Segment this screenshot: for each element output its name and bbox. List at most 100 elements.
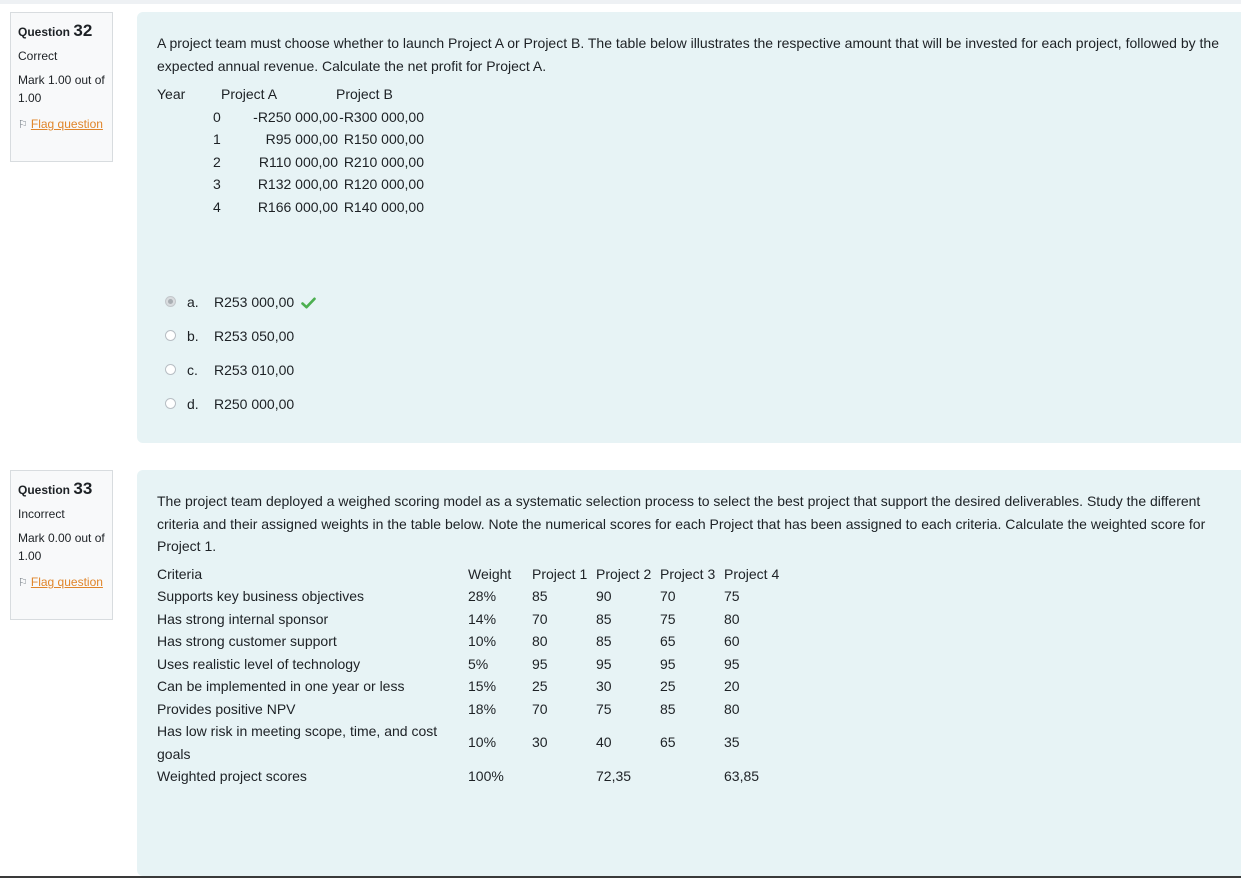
question-content-32: A project team must choose whether to la…	[137, 12, 1241, 443]
project-table: Year Project A Project B 0 -R250 000,00 …	[157, 83, 1241, 218]
table-cell: 2	[213, 153, 221, 170]
table-cell: 70	[660, 588, 676, 604]
answer-option-c[interactable]: c. R253 010,00	[157, 353, 557, 387]
table-total-row: Weighted project scores 100% 72,35 63,85	[157, 765, 1241, 788]
answer-text: R253 010,00	[214, 362, 295, 378]
table-cell: Uses realistic level of technology	[157, 655, 361, 672]
answer-text: R253 050,00	[214, 328, 295, 344]
table-cell: Has strong customer support	[157, 633, 337, 649]
table-cell: R140 000,00	[343, 198, 424, 215]
table-cell: Has low risk in meeting scope, time, and…	[157, 723, 438, 762]
table-cell: 100%	[468, 768, 504, 784]
table-cell: 14%	[468, 610, 497, 627]
table-cell: Can be implemented in one year or less	[157, 678, 405, 694]
table-row: 3 R132 000,00 R120 000,00	[157, 173, 1241, 196]
top-bar	[0, 0, 1241, 4]
table-cell: 30	[532, 734, 548, 750]
table-header: Criteria	[157, 565, 203, 582]
table-cell: -R300 000,00	[339, 108, 424, 125]
question-info-32: Question 32 Correct Mark 1.00 out of 1.0…	[10, 12, 113, 162]
radio-button[interactable]	[165, 330, 176, 341]
table-row: Uses realistic level of technology 5% 95…	[157, 653, 1241, 676]
table-cell: Has strong internal sponsor	[157, 610, 329, 627]
table-cell: 72,35	[596, 768, 632, 784]
table-row: Has low risk in meeting scope, time, and…	[157, 720, 1241, 765]
question-state: Incorrect	[18, 507, 65, 521]
correct-check-icon	[301, 297, 316, 309]
question-grade: Mark 0.00 out of 1.00	[18, 531, 105, 563]
table-cell: 10%	[468, 633, 497, 649]
radio-button[interactable]	[165, 364, 176, 375]
answer-option-d[interactable]: d. R250 000,00	[157, 387, 557, 421]
table-cell: -R250 000,00	[253, 108, 338, 125]
radio-button-selected[interactable]	[165, 296, 176, 307]
question-text: The project team deployed a weighed scor…	[157, 493, 1206, 554]
table-cell: 15%	[468, 678, 497, 694]
table-cell: 85	[596, 633, 612, 649]
table-header-row: Criteria Weight Project 1 Project 2 Proj…	[157, 563, 1241, 586]
table-header: Project 3	[660, 565, 716, 582]
table-cell: 95	[660, 655, 676, 672]
table-cell: Provides positive NPV	[157, 700, 296, 717]
answer-text: R250 000,00	[214, 396, 295, 412]
answer-letter: b.	[187, 328, 199, 344]
answer-option-a[interactable]: a. R253 000,00	[157, 285, 557, 319]
table-cell: R120 000,00	[343, 176, 424, 192]
table-cell: Supports key business objectives	[157, 588, 364, 604]
table-row: Provides positive NPV 18% 70 75 85 80	[157, 698, 1241, 721]
table-cell: 25	[660, 678, 676, 694]
question-number: Question 32	[18, 21, 93, 40]
question-text: A project team must choose whether to la…	[157, 35, 1219, 74]
flag-question-link[interactable]: ⚐ Flag question	[18, 115, 112, 134]
table-cell: 18%	[468, 700, 497, 717]
table-header: Weight	[468, 565, 512, 582]
table-cell: 80	[724, 700, 740, 717]
table-header: Project B	[336, 86, 393, 102]
table-cell: 0	[213, 108, 221, 125]
table-row: 4 R166 000,00 R140 000,00	[157, 196, 1241, 219]
answer-letter: d.	[187, 396, 199, 412]
table-cell: 10%	[468, 734, 497, 750]
table-cell: R132 000,00	[257, 176, 338, 192]
question-grade: Mark 1.00 out of 1.00	[18, 73, 105, 105]
table-cell: 65	[660, 633, 676, 649]
table-cell: 65	[660, 734, 676, 750]
table-row: Has strong internal sponsor 14% 70 85 75…	[157, 608, 1241, 631]
table-cell: 70	[532, 700, 548, 717]
answer-text: R253 000,00	[214, 294, 295, 310]
table-cell: 75	[596, 700, 612, 717]
table-cell: 3	[213, 176, 221, 192]
question-state: Correct	[18, 49, 58, 63]
table-cell: 28%	[468, 588, 497, 604]
table-cell: 60	[724, 633, 740, 649]
table-cell: 5%	[468, 655, 489, 672]
question-info-33: Question 33 Incorrect Mark 0.00 out of 1…	[10, 470, 113, 620]
table-header-row: Year Project A Project B	[157, 83, 1241, 106]
table-cell: 95	[596, 655, 612, 672]
radio-button[interactable]	[165, 398, 176, 409]
flag-icon: ⚐	[18, 577, 28, 589]
table-header: Project 1	[532, 565, 588, 582]
table-cell: 40	[596, 734, 612, 750]
table-cell: 85	[532, 588, 548, 604]
answer-letter: a.	[187, 294, 199, 310]
table-cell: 4	[213, 198, 221, 215]
table-cell: R166 000,00	[257, 198, 338, 215]
table-header: Project 4	[724, 565, 780, 582]
flag-icon: ⚐	[18, 119, 28, 131]
table-cell: 30	[596, 678, 612, 694]
table-cell: 1	[213, 131, 221, 147]
criteria-table: Criteria Weight Project 1 Project 2 Proj…	[157, 563, 1241, 788]
table-cell: 75	[660, 610, 676, 627]
flag-question-link[interactable]: ⚐ Flag question	[18, 573, 112, 592]
answer-option-b[interactable]: b. R253 050,00	[157, 319, 557, 353]
table-row: Has strong customer support 10% 80 85 65…	[157, 630, 1241, 653]
table-cell: 85	[660, 700, 676, 717]
table-cell: R110 000,00	[258, 153, 338, 170]
table-row: 0 -R250 000,00 -R300 000,00	[157, 106, 1241, 129]
question-number: Question 33	[18, 479, 93, 498]
table-row: Supports key business objectives 28% 85 …	[157, 585, 1241, 608]
table-cell: 25	[532, 678, 548, 694]
answer-letter: c.	[187, 362, 198, 378]
table-cell: 85	[596, 610, 612, 627]
